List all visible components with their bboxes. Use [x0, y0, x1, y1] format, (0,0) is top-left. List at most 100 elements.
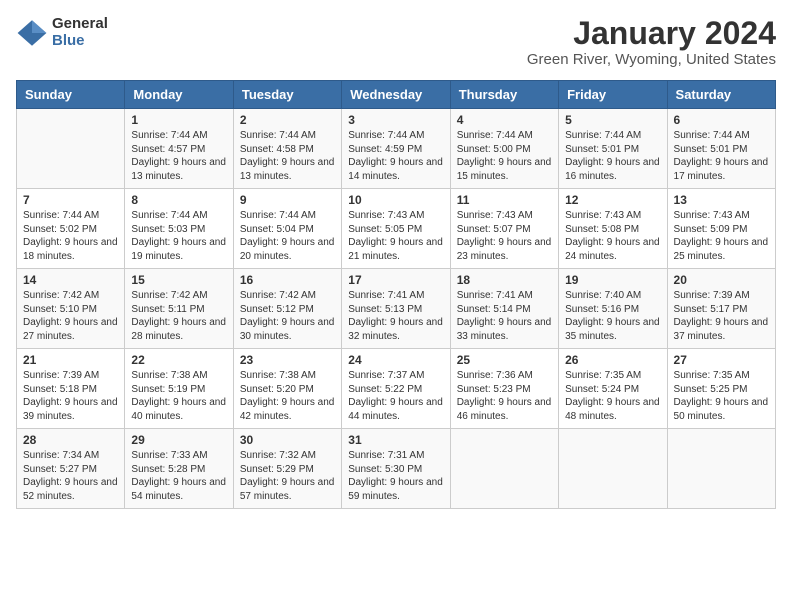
day-info: Sunrise: 7:41 AMSunset: 5:14 PMDaylight:…	[457, 290, 552, 342]
calendar-cell: 22 Sunrise: 7:38 AMSunset: 5:19 PMDaylig…	[125, 349, 233, 429]
logo-text: General Blue	[52, 16, 108, 49]
day-info: Sunrise: 7:42 AMSunset: 5:10 PMDaylight:…	[23, 290, 118, 342]
day-number: 21	[23, 353, 118, 367]
calendar-cell: 7 Sunrise: 7:44 AMSunset: 5:02 PMDayligh…	[17, 189, 125, 269]
calendar-cell: 25 Sunrise: 7:36 AMSunset: 5:23 PMDaylig…	[450, 349, 558, 429]
day-info: Sunrise: 7:44 AMSunset: 4:57 PMDaylight:…	[131, 130, 226, 182]
day-number: 8	[131, 193, 226, 207]
calendar-cell: 3 Sunrise: 7:44 AMSunset: 4:59 PMDayligh…	[342, 109, 450, 189]
header-day: Tuesday	[233, 81, 341, 109]
logo: General Blue	[16, 16, 108, 49]
day-number: 6	[674, 113, 769, 127]
calendar-cell: 17 Sunrise: 7:41 AMSunset: 5:13 PMDaylig…	[342, 269, 450, 349]
day-number: 1	[131, 113, 226, 127]
day-number: 23	[240, 353, 335, 367]
calendar-cell: 28 Sunrise: 7:34 AMSunset: 5:27 PMDaylig…	[17, 429, 125, 509]
calendar-cell	[450, 429, 558, 509]
calendar-cell	[17, 109, 125, 189]
header-day: Friday	[559, 81, 667, 109]
day-info: Sunrise: 7:44 AMSunset: 5:04 PMDaylight:…	[240, 210, 335, 262]
calendar-cell: 8 Sunrise: 7:44 AMSunset: 5:03 PMDayligh…	[125, 189, 233, 269]
calendar-week-row: 28 Sunrise: 7:34 AMSunset: 5:27 PMDaylig…	[17, 429, 776, 509]
day-info: Sunrise: 7:39 AMSunset: 5:17 PMDaylight:…	[674, 290, 769, 342]
day-info: Sunrise: 7:43 AMSunset: 5:09 PMDaylight:…	[674, 210, 769, 262]
day-number: 10	[348, 193, 443, 207]
day-info: Sunrise: 7:44 AMSunset: 5:03 PMDaylight:…	[131, 210, 226, 262]
day-number: 5	[565, 113, 660, 127]
calendar-table: SundayMondayTuesdayWednesdayThursdayFrid…	[16, 80, 776, 509]
day-info: Sunrise: 7:40 AMSunset: 5:16 PMDaylight:…	[565, 290, 660, 342]
day-info: Sunrise: 7:38 AMSunset: 5:20 PMDaylight:…	[240, 370, 335, 422]
day-number: 28	[23, 433, 118, 447]
day-info: Sunrise: 7:39 AMSunset: 5:18 PMDaylight:…	[23, 370, 118, 422]
calendar-cell: 19 Sunrise: 7:40 AMSunset: 5:16 PMDaylig…	[559, 269, 667, 349]
day-info: Sunrise: 7:31 AMSunset: 5:30 PMDaylight:…	[348, 450, 443, 502]
day-info: Sunrise: 7:44 AMSunset: 4:59 PMDaylight:…	[348, 130, 443, 182]
day-number: 13	[674, 193, 769, 207]
day-info: Sunrise: 7:35 AMSunset: 5:24 PMDaylight:…	[565, 370, 660, 422]
calendar-cell: 29 Sunrise: 7:33 AMSunset: 5:28 PMDaylig…	[125, 429, 233, 509]
header-row: SundayMondayTuesdayWednesdayThursdayFrid…	[17, 81, 776, 109]
calendar-cell: 11 Sunrise: 7:43 AMSunset: 5:07 PMDaylig…	[450, 189, 558, 269]
logo-blue-text: Blue	[52, 33, 108, 50]
day-number: 15	[131, 273, 226, 287]
day-number: 2	[240, 113, 335, 127]
day-number: 14	[23, 273, 118, 287]
day-info: Sunrise: 7:36 AMSunset: 5:23 PMDaylight:…	[457, 370, 552, 422]
calendar-week-row: 7 Sunrise: 7:44 AMSunset: 5:02 PMDayligh…	[17, 189, 776, 269]
calendar-week-row: 1 Sunrise: 7:44 AMSunset: 4:57 PMDayligh…	[17, 109, 776, 189]
calendar-cell: 16 Sunrise: 7:42 AMSunset: 5:12 PMDaylig…	[233, 269, 341, 349]
calendar-cell: 15 Sunrise: 7:42 AMSunset: 5:11 PMDaylig…	[125, 269, 233, 349]
calendar-cell: 6 Sunrise: 7:44 AMSunset: 5:01 PMDayligh…	[667, 109, 775, 189]
calendar-cell: 23 Sunrise: 7:38 AMSunset: 5:20 PMDaylig…	[233, 349, 341, 429]
calendar-body: 1 Sunrise: 7:44 AMSunset: 4:57 PMDayligh…	[17, 109, 776, 509]
calendar-cell: 30 Sunrise: 7:32 AMSunset: 5:29 PMDaylig…	[233, 429, 341, 509]
calendar-cell: 18 Sunrise: 7:41 AMSunset: 5:14 PMDaylig…	[450, 269, 558, 349]
location-title: Green River, Wyoming, United States	[527, 51, 776, 68]
day-number: 3	[348, 113, 443, 127]
calendar-cell: 24 Sunrise: 7:37 AMSunset: 5:22 PMDaylig…	[342, 349, 450, 429]
day-info: Sunrise: 7:43 AMSunset: 5:05 PMDaylight:…	[348, 210, 443, 262]
logo-general-text: General	[52, 16, 108, 33]
calendar-cell: 5 Sunrise: 7:44 AMSunset: 5:01 PMDayligh…	[559, 109, 667, 189]
day-number: 12	[565, 193, 660, 207]
day-number: 11	[457, 193, 552, 207]
day-number: 26	[565, 353, 660, 367]
calendar-week-row: 14 Sunrise: 7:42 AMSunset: 5:10 PMDaylig…	[17, 269, 776, 349]
day-number: 17	[348, 273, 443, 287]
day-info: Sunrise: 7:44 AMSunset: 5:02 PMDaylight:…	[23, 210, 118, 262]
day-info: Sunrise: 7:44 AMSunset: 5:00 PMDaylight:…	[457, 130, 552, 182]
calendar-cell: 9 Sunrise: 7:44 AMSunset: 5:04 PMDayligh…	[233, 189, 341, 269]
calendar-cell: 26 Sunrise: 7:35 AMSunset: 5:24 PMDaylig…	[559, 349, 667, 429]
calendar-cell: 2 Sunrise: 7:44 AMSunset: 4:58 PMDayligh…	[233, 109, 341, 189]
day-info: Sunrise: 7:43 AMSunset: 5:07 PMDaylight:…	[457, 210, 552, 262]
day-info: Sunrise: 7:33 AMSunset: 5:28 PMDaylight:…	[131, 450, 226, 502]
logo-icon	[16, 17, 48, 49]
day-number: 30	[240, 433, 335, 447]
calendar-cell: 27 Sunrise: 7:35 AMSunset: 5:25 PMDaylig…	[667, 349, 775, 429]
header-day: Wednesday	[342, 81, 450, 109]
day-info: Sunrise: 7:37 AMSunset: 5:22 PMDaylight:…	[348, 370, 443, 422]
day-info: Sunrise: 7:34 AMSunset: 5:27 PMDaylight:…	[23, 450, 118, 502]
day-info: Sunrise: 7:44 AMSunset: 5:01 PMDaylight:…	[674, 130, 769, 182]
header-day: Thursday	[450, 81, 558, 109]
calendar-cell: 14 Sunrise: 7:42 AMSunset: 5:10 PMDaylig…	[17, 269, 125, 349]
day-info: Sunrise: 7:41 AMSunset: 5:13 PMDaylight:…	[348, 290, 443, 342]
day-number: 29	[131, 433, 226, 447]
calendar-cell: 13 Sunrise: 7:43 AMSunset: 5:09 PMDaylig…	[667, 189, 775, 269]
day-info: Sunrise: 7:42 AMSunset: 5:11 PMDaylight:…	[131, 290, 226, 342]
calendar-cell: 31 Sunrise: 7:31 AMSunset: 5:30 PMDaylig…	[342, 429, 450, 509]
title-area: January 2024 Green River, Wyoming, Unite…	[527, 16, 776, 68]
day-number: 20	[674, 273, 769, 287]
day-info: Sunrise: 7:32 AMSunset: 5:29 PMDaylight:…	[240, 450, 335, 502]
day-number: 24	[348, 353, 443, 367]
day-info: Sunrise: 7:35 AMSunset: 5:25 PMDaylight:…	[674, 370, 769, 422]
header-day: Saturday	[667, 81, 775, 109]
day-info: Sunrise: 7:42 AMSunset: 5:12 PMDaylight:…	[240, 290, 335, 342]
calendar-cell: 4 Sunrise: 7:44 AMSunset: 5:00 PMDayligh…	[450, 109, 558, 189]
calendar-cell: 20 Sunrise: 7:39 AMSunset: 5:17 PMDaylig…	[667, 269, 775, 349]
calendar-cell: 12 Sunrise: 7:43 AMSunset: 5:08 PMDaylig…	[559, 189, 667, 269]
day-info: Sunrise: 7:44 AMSunset: 5:01 PMDaylight:…	[565, 130, 660, 182]
calendar-cell: 1 Sunrise: 7:44 AMSunset: 4:57 PMDayligh…	[125, 109, 233, 189]
calendar-cell: 21 Sunrise: 7:39 AMSunset: 5:18 PMDaylig…	[17, 349, 125, 429]
